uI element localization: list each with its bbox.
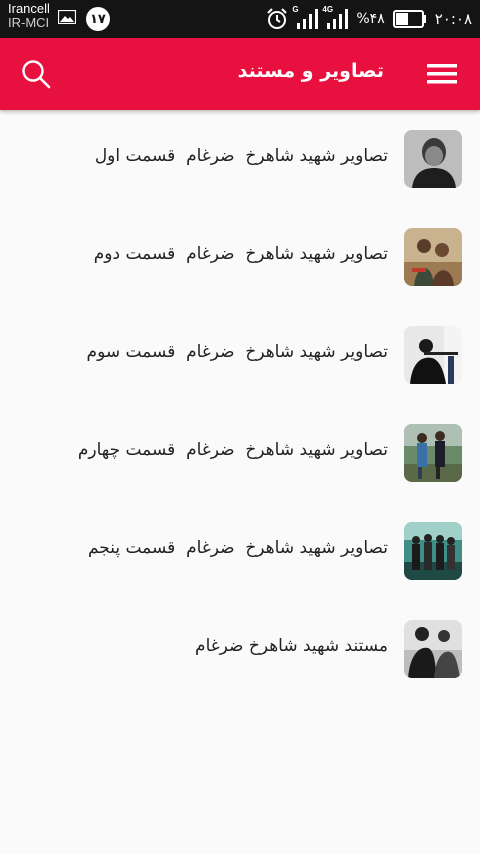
network-g-label: G bbox=[292, 5, 299, 14]
clock: ۲۰:۰۸ bbox=[434, 10, 472, 28]
item-label: تصاویر شهید شاهرخ ضرغام قسمت سوم bbox=[86, 342, 388, 362]
item-label: تصاویر شهید شاهرخ ضرغام قسمت پنجم bbox=[87, 538, 388, 558]
thumbnail-image bbox=[404, 620, 462, 678]
search-button[interactable] bbox=[16, 54, 56, 94]
list-item[interactable]: تصاویر شهید شاهرخ ضرغام قسمت اول bbox=[0, 130, 480, 188]
image-icon bbox=[57, 10, 76, 24]
status-left: Irancell IR-MCI ۱۷ bbox=[8, 2, 110, 31]
signal-icon bbox=[297, 9, 319, 29]
item-label: تصاویر شهید شاهرخ ضرغام قسمت دوم bbox=[93, 244, 388, 264]
thumbnail-image bbox=[404, 424, 462, 482]
page-title: تصاویر و مستند bbox=[237, 60, 384, 82]
alarm-icon bbox=[266, 8, 288, 30]
list-item[interactable]: مستند شهید شاهرخ ضرغام bbox=[0, 620, 480, 678]
list-item[interactable]: تصاویر شهید شاهرخ ضرغام قسمت چهارم bbox=[0, 424, 480, 482]
thumbnail-image bbox=[404, 326, 462, 384]
thumbnail-image bbox=[404, 522, 462, 580]
menu-icon bbox=[427, 63, 457, 85]
list-item[interactable]: تصاویر شهید شاهرخ ضرغام قسمت سوم bbox=[0, 326, 480, 384]
network-4g-label: 4G bbox=[322, 5, 334, 14]
thumbnail-image bbox=[404, 130, 462, 188]
notification-badge: ۱۷ bbox=[85, 7, 110, 31]
signal-4g: 4G bbox=[322, 5, 349, 29]
battery-icon bbox=[392, 10, 427, 28]
carrier: Irancell IR-MCI bbox=[8, 2, 50, 30]
thumbnail-image bbox=[404, 228, 462, 286]
item-label: تصاویر شهید شاهرخ ضرغام قسمت چهارم bbox=[77, 440, 388, 460]
menu-button[interactable] bbox=[424, 58, 460, 90]
status-right: G 4G %۴۸ ۲۰:۰۸ bbox=[266, 5, 472, 30]
carrier-sub: IR-MCI bbox=[8, 15, 50, 30]
item-label: مستند شهید شاهرخ ضرغام bbox=[195, 636, 388, 656]
list-item[interactable]: تصاویر شهید شاهرخ ضرغام قسمت دوم bbox=[0, 228, 480, 286]
search-icon bbox=[21, 59, 51, 89]
app-bar: تصاویر و مستند bbox=[0, 38, 480, 110]
battery-percent: %۴۸ bbox=[356, 11, 385, 27]
item-label: تصاویر شهید شاهرخ ضرغام قسمت اول bbox=[94, 146, 388, 166]
status-bar: Irancell IR-MCI ۱۷ G 4G %۴۸ ۲۰:۰۸ bbox=[0, 0, 480, 38]
list-item[interactable]: تصاویر شهید شاهرخ ضرغام قسمت پنجم bbox=[0, 522, 480, 580]
carrier-name: Irancell bbox=[8, 1, 50, 16]
signal-g: G bbox=[292, 5, 319, 29]
item-list: تصاویر شهید شاهرخ ضرغام قسمت اول تصاویر … bbox=[0, 110, 480, 718]
